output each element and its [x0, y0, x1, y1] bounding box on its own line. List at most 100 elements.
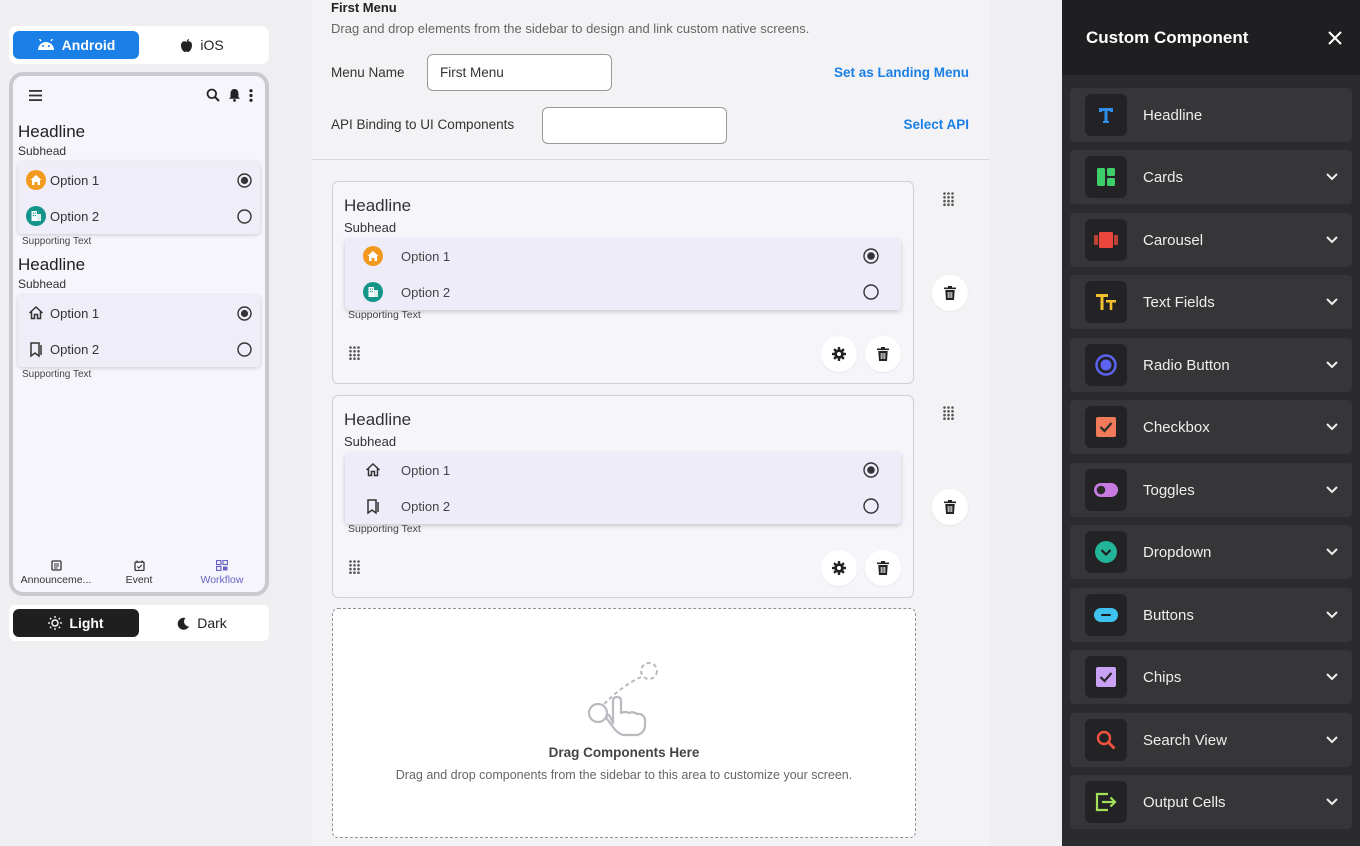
building-teal-icon	[26, 206, 46, 226]
card-supporting-text: Supporting Text	[348, 309, 421, 321]
drag-handle-icon[interactable]	[349, 346, 360, 360]
component-card[interactable]: Headline Subhead Option 1 Option 2 Suppo…	[332, 395, 914, 598]
light-theme-button[interactable]: Light	[13, 609, 139, 637]
more-vert-icon[interactable]	[249, 88, 253, 102]
component-checkbox[interactable]: Checkbox	[1070, 400, 1352, 454]
radio-selected-icon[interactable]	[863, 248, 879, 264]
card-option-row[interactable]: Option 2	[345, 274, 901, 310]
menu-name-input[interactable]: First Menu	[427, 54, 612, 91]
card-option-row[interactable]: Option 1	[345, 452, 901, 488]
component-search-view[interactable]: Search View	[1070, 713, 1352, 767]
component-label: Chips	[1143, 668, 1182, 686]
radio-unselected-icon[interactable]	[237, 208, 252, 224]
component-label: Carousel	[1143, 231, 1204, 249]
trash-icon	[944, 500, 956, 514]
preview-headline: Headline	[18, 122, 86, 141]
nav-item-workflow[interactable]: Workflow	[183, 560, 261, 586]
custom-component-panel: Custom Component Headline Cards Carousel…	[1062, 0, 1360, 846]
nav-item-event[interactable]: Event	[100, 560, 178, 586]
chevron-down-icon[interactable]	[1326, 611, 1338, 619]
select-api-link[interactable]: Select API	[903, 117, 969, 132]
chevron-down-icon[interactable]	[1326, 361, 1338, 369]
drop-zone[interactable]: Drag Components Here Drag and drop compo…	[332, 608, 916, 838]
chevron-down-icon[interactable]	[1326, 236, 1338, 244]
nav-item-announcements[interactable]: Announceme...	[17, 560, 95, 586]
settings-button[interactable]	[821, 336, 857, 372]
menu-editor: First Menu Drag and drop elements from t…	[312, 0, 989, 846]
card-option-row[interactable]: Option 1	[345, 238, 901, 274]
component-output-cells[interactable]: Output Cells	[1070, 775, 1352, 829]
radio-selected-icon[interactable]	[237, 172, 252, 188]
api-binding-input[interactable]	[542, 107, 727, 144]
nav-label: Event	[125, 574, 153, 586]
component-text-fields[interactable]: Text Fields	[1070, 275, 1352, 329]
preview-option-label: Option 1	[50, 172, 100, 188]
android-tab[interactable]: Android	[13, 31, 139, 59]
delete-section-button[interactable]	[932, 489, 968, 525]
preview-option-row[interactable]: Option 1	[18, 162, 260, 198]
delete-button[interactable]	[865, 336, 901, 372]
preview-option-row[interactable]: Option 1	[18, 295, 260, 331]
component-label: Headline	[1143, 106, 1203, 124]
chevron-down-icon[interactable]	[1326, 736, 1338, 744]
preview-option-row[interactable]: Option 2	[18, 331, 260, 367]
component-chips[interactable]: Chips	[1070, 650, 1352, 704]
dark-theme-button[interactable]: Dark	[139, 609, 265, 637]
building-teal-icon	[363, 282, 383, 302]
component-dropdown[interactable]: Dropdown	[1070, 525, 1352, 579]
chevron-down-icon[interactable]	[1326, 673, 1338, 681]
close-icon[interactable]	[1328, 30, 1342, 45]
chevron-down-icon[interactable]	[1326, 548, 1338, 556]
chevron-down-icon[interactable]	[1326, 798, 1338, 806]
chevron-down-icon[interactable]	[1326, 486, 1338, 494]
drag-handle-icon[interactable]	[943, 406, 954, 420]
home-orange-icon	[26, 170, 46, 190]
delete-section-button[interactable]	[932, 275, 968, 311]
component-label: Toggles	[1143, 481, 1195, 499]
chevron-down-icon[interactable]	[1326, 423, 1338, 431]
card-option-label: Option 2	[401, 498, 451, 514]
bell-icon[interactable]	[228, 88, 241, 102]
card-headline: Headline	[344, 410, 412, 429]
toggle-icon	[1085, 469, 1127, 511]
chevron-down-icon[interactable]	[1326, 173, 1338, 181]
preview-headline: Headline	[18, 255, 86, 274]
component-headline[interactable]: Headline	[1070, 88, 1352, 142]
card-option-label: Option 1	[401, 462, 451, 478]
trash-icon	[944, 286, 956, 300]
radio-selected-icon[interactable]	[237, 305, 252, 321]
component-cards[interactable]: Cards	[1070, 150, 1352, 204]
dark-label: Dark	[197, 615, 227, 631]
radio-unselected-icon[interactable]	[863, 498, 879, 514]
chevron-down-icon[interactable]	[1326, 298, 1338, 306]
bookmark-outline-icon	[30, 342, 42, 358]
menu-icon[interactable]	[29, 89, 42, 101]
preview-option-row[interactable]: Option 2	[18, 198, 260, 234]
card-option-row[interactable]: Option 2	[345, 488, 901, 524]
card-radio-list: Option 1 Option 2	[345, 452, 901, 524]
component-carousel[interactable]: Carousel	[1070, 213, 1352, 267]
set-landing-menu-link[interactable]: Set as Landing Menu	[834, 65, 969, 80]
radio-selected-icon[interactable]	[863, 462, 879, 478]
component-radio-button[interactable]: Radio Button	[1070, 338, 1352, 392]
drag-handle-icon[interactable]	[943, 192, 954, 206]
cards-icon	[1085, 156, 1127, 198]
editor-divider	[312, 159, 989, 160]
ios-tab[interactable]: iOS	[139, 31, 265, 59]
drop-zone-description: Drag and drop components from the sideba…	[395, 768, 853, 782]
sun-icon	[48, 616, 63, 630]
radio-unselected-icon[interactable]	[863, 284, 879, 300]
component-toggles[interactable]: Toggles	[1070, 463, 1352, 517]
component-card[interactable]: Headline Subhead Option 1 Option 2 Suppo…	[332, 181, 914, 384]
drag-handle-icon[interactable]	[349, 560, 360, 574]
settings-button[interactable]	[821, 550, 857, 586]
panel-title: Custom Component	[1086, 27, 1249, 47]
delete-button[interactable]	[865, 550, 901, 586]
checkbox-icon	[1085, 406, 1127, 448]
radio-unselected-icon[interactable]	[237, 341, 252, 357]
component-buttons[interactable]: Buttons	[1070, 588, 1352, 642]
search-icon[interactable]	[206, 88, 220, 102]
card-option-label: Option 1	[401, 248, 451, 264]
drop-zone-title: Drag Components Here	[548, 745, 700, 760]
text-fields-icon	[1085, 281, 1127, 323]
